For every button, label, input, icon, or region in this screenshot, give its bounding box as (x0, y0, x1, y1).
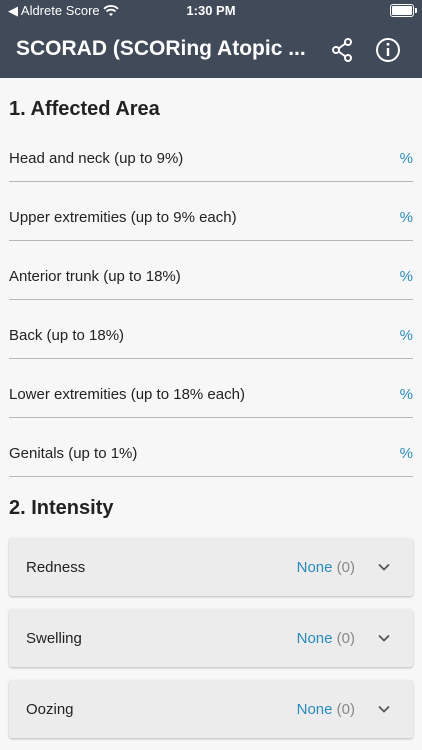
intensity-value-text: None (296, 630, 333, 647)
section-title-intensity: 2. Intensity (9, 497, 114, 519)
page-title: SCORAD (SCORing Atopic ... (16, 37, 306, 60)
info-button[interactable] (374, 36, 402, 64)
intensity-select-redness[interactable]: Redness None (0) (9, 538, 413, 596)
battery-icon (390, 4, 417, 17)
percent-unit: % (399, 445, 413, 462)
area-row-lower-extremities[interactable]: Lower extremities (up to 18% each) % (9, 358, 413, 418)
area-row-anterior-trunk[interactable]: Anterior trunk (up to 18%) % (9, 240, 413, 300)
intensity-value-text: None (296, 559, 333, 576)
intensity-select-oozing[interactable]: Oozing None (0) (9, 680, 413, 738)
chevron-down-icon (378, 563, 390, 571)
intensity-label: Redness (26, 559, 86, 576)
area-row-genitals[interactable]: Genitals (up to 1%) % (9, 417, 413, 477)
chevron-down-icon (378, 705, 390, 713)
section-title-affected-area: 1. Affected Area (9, 98, 160, 120)
share-icon (332, 38, 352, 62)
status-time: 1:30 PM (186, 3, 236, 18)
chevron-down-icon (378, 634, 390, 642)
intensity-value: None (0) (297, 559, 355, 576)
info-icon (376, 38, 400, 62)
area-row-upper-extremities[interactable]: Upper extremities (up to 9% each) % (9, 181, 413, 241)
intensity-value: None (0) (297, 701, 355, 718)
intensity-select-swelling[interactable]: Swelling None (0) (9, 609, 413, 667)
area-label: Lower extremities (up to 18% each) (9, 386, 245, 403)
percent-unit: % (399, 209, 413, 226)
area-label: Genitals (up to 1%) (9, 445, 138, 462)
intensity-value-score: (0) (336, 559, 355, 576)
area-label: Anterior trunk (up to 18%) (9, 268, 181, 285)
intensity-value-score: (0) (336, 701, 355, 718)
intensity-value-score: (0) (336, 630, 355, 647)
area-label: Back (up to 18%) (9, 327, 125, 344)
app-bar: SCORAD (SCORing Atopic ... (0, 22, 422, 78)
intensity-value: None (0) (297, 630, 355, 647)
percent-unit: % (399, 327, 413, 344)
area-label: Head and neck (up to 9%) (9, 150, 184, 167)
area-row-back[interactable]: Back (up to 18%) % (9, 299, 413, 359)
intensity-label: Oozing (26, 701, 74, 718)
intensity-label: Swelling (26, 630, 82, 647)
area-label: Upper extremities (up to 9% each) (9, 209, 237, 226)
percent-unit: % (399, 268, 413, 285)
status-bar: ◀ Aldrete Score 1:30 PM (0, 0, 422, 22)
intensity-value-text: None (296, 701, 333, 718)
share-button[interactable] (329, 36, 357, 64)
percent-unit: % (399, 150, 413, 167)
percent-unit: % (399, 386, 413, 403)
area-row-head-neck[interactable]: Head and neck (up to 9%) % (9, 122, 413, 182)
